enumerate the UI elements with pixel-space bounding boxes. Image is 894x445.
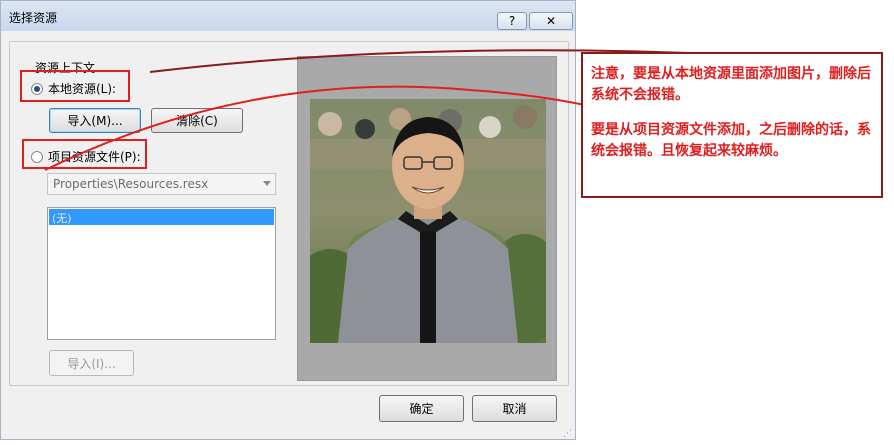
- help-icon: ?: [508, 14, 516, 28]
- import-project-label: 导入(I)...: [67, 356, 116, 371]
- annotation-line-2: 要是从项目资源文件添加，之后删除的话，系统会报错。且恢复起来较麻烦。: [591, 122, 871, 159]
- close-button[interactable]: ✕: [529, 12, 573, 30]
- annotation-line-1: 注意，要是从本地资源里面添加图片，删除后系统不会报错。: [591, 66, 871, 103]
- resource-file-select[interactable]: Properties\Resources.resx: [47, 173, 276, 195]
- dialog-title: 选择资源: [9, 11, 58, 25]
- ok-label: 确定: [409, 402, 434, 416]
- preview-photo: [310, 99, 546, 343]
- resource-list[interactable]: (无): [47, 207, 276, 340]
- ok-button[interactable]: 确定: [379, 395, 464, 422]
- import-local-label: 导入(M)...: [67, 114, 123, 128]
- list-item[interactable]: (无): [49, 209, 274, 225]
- project-resource-highlight: [22, 139, 147, 169]
- close-icon: ✕: [545, 14, 557, 28]
- help-button[interactable]: ?: [497, 12, 527, 30]
- import-project-button[interactable]: 导入(I)...: [49, 350, 134, 376]
- cancel-button[interactable]: 取消: [472, 395, 557, 422]
- clear-button[interactable]: 清除(C): [151, 108, 243, 133]
- import-local-button[interactable]: 导入(M)...: [49, 108, 141, 133]
- select-resource-dialog: 选择资源 ? ✕ 资源上下文 本地资源(L): 导入(M)... 清除(C) 项…: [0, 0, 576, 440]
- chevron-down-icon: [263, 181, 271, 186]
- cancel-label: 取消: [502, 402, 527, 416]
- resource-file-value: Properties\Resources.resx: [53, 177, 209, 191]
- resize-grip-icon[interactable]: ⋰: [563, 429, 572, 439]
- clear-label: 清除(C): [176, 114, 218, 128]
- local-resource-highlight: [20, 70, 130, 102]
- title-bar: 选择资源 ? ✕: [1, 1, 575, 31]
- annotation-note: 注意，要是从本地资源里面添加图片，删除后系统不会报错。 要是从项目资源文件添加，…: [581, 52, 883, 198]
- image-preview-panel: [297, 56, 557, 381]
